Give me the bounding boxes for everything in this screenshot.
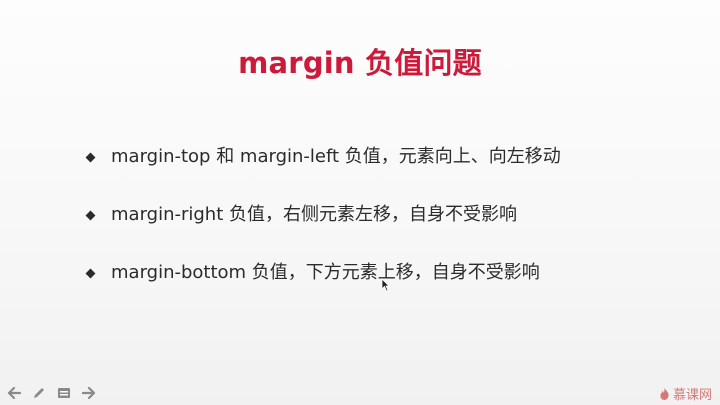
bullet-text: margin-top 和 margin-left 负值，元素向上、向左移动: [111, 146, 561, 167]
logo-text: 慕课网: [672, 388, 712, 403]
bullet-text: margin-bottom 负值，下方元素上移，自身不受影响: [111, 262, 540, 283]
mouse-cursor-icon: [381, 278, 390, 292]
diamond-bullet-icon: [85, 268, 96, 279]
prev-arrow-icon[interactable]: [6, 385, 22, 401]
slide: margin 负值问题 margin-top 和 margin-left 负值，…: [0, 0, 720, 405]
next-arrow-icon[interactable]: [81, 385, 97, 401]
diamond-bullet-icon: [85, 152, 96, 163]
bullet-text: margin-right 负值，右侧元素左移，自身不受影响: [111, 204, 517, 225]
diamond-bullet-icon: [85, 210, 96, 221]
menu-icon[interactable]: [56, 385, 72, 401]
bullet-list: margin-top 和 margin-left 负值，元素向上、向左移动 ma…: [85, 145, 686, 319]
pen-icon[interactable]: [31, 385, 47, 401]
list-item: margin-top 和 margin-left 负值，元素向上、向左移动: [85, 145, 686, 203]
list-item: margin-right 负值，右侧元素左移，自身不受影响: [85, 203, 686, 261]
flame-icon: [660, 387, 669, 400]
watermark-logo: 慕课网: [659, 384, 712, 403]
slide-title: margin 负值问题: [238, 46, 482, 80]
slideshow-controls: [6, 385, 97, 401]
